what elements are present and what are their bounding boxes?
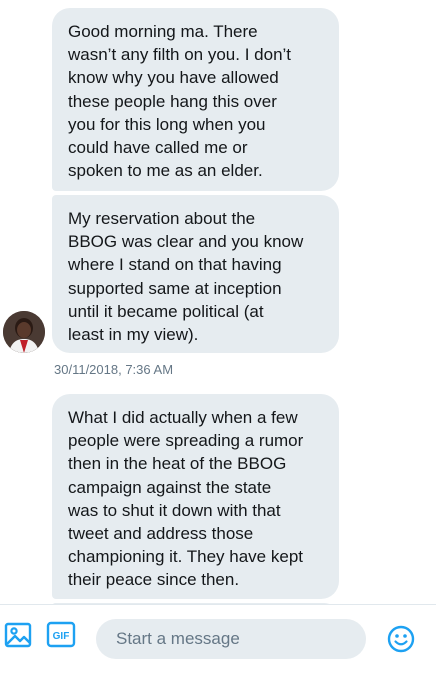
message-line: was to shut it down with that xyxy=(68,500,281,520)
message-line: championing it. They have kept xyxy=(68,547,303,567)
message-line: Good morning ma. There xyxy=(68,22,258,41)
message-line: campaign against the state xyxy=(68,477,272,497)
message-line: these people hang this over xyxy=(68,91,277,111)
message-input[interactable]: Start a message xyxy=(96,619,366,659)
message-line: tweet and address those xyxy=(68,524,254,544)
message-thread: Good morning ma. There wasn’t any filth … xyxy=(0,0,436,604)
message-line: least in my view). xyxy=(68,325,199,345)
gif-icon[interactable]: GIF xyxy=(46,621,76,648)
message-line: know why you have allowed xyxy=(68,68,279,88)
sender-avatar[interactable] xyxy=(3,311,45,353)
message-line: supported same at inception xyxy=(68,278,282,298)
message-line: then in the heat of the BBOG xyxy=(68,454,287,474)
message-timestamp: 30/11/2018, 7:36 AM xyxy=(54,362,174,377)
message-bubble[interactable]: My reservation about the BBOG was clear … xyxy=(52,195,339,353)
emoji-icon[interactable] xyxy=(386,624,416,654)
message-bubble[interactable]: Good morning ma. There wasn’t any filth … xyxy=(52,8,339,191)
message-line: could have called me or xyxy=(68,138,248,158)
message-line: their peace since then. xyxy=(68,570,240,590)
message-line: My reservation about the xyxy=(68,209,256,228)
image-icon[interactable] xyxy=(3,620,33,650)
message-line: wasn’t any filth on you. I don’t xyxy=(68,45,292,65)
message-line: until it became political (at xyxy=(68,301,264,321)
avatar-photo xyxy=(3,311,45,353)
gif-label: GIF xyxy=(53,631,70,642)
message-line: What I did actually when a few xyxy=(68,408,298,427)
message-bubble[interactable]: What I did actually when a few people we… xyxy=(52,394,339,599)
message-line: where I stand on that having xyxy=(68,255,282,275)
message-line: people were spreading a rumor xyxy=(68,431,304,451)
message-line: you for this long when you xyxy=(68,114,266,134)
message-line: BBOG was clear and you know xyxy=(68,232,304,252)
message-line: spoken to me as an elder. xyxy=(68,161,263,181)
